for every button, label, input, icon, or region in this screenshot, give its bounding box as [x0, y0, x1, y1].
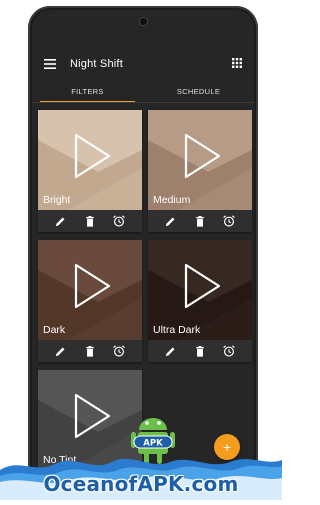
- delete-icon[interactable]: [84, 215, 96, 227]
- filter-swatch[interactable]: Dark: [38, 240, 142, 340]
- play-icon[interactable]: [182, 132, 222, 180]
- edit-icon[interactable]: [165, 215, 177, 227]
- alarm-icon[interactable]: [113, 215, 126, 227]
- tab-filters[interactable]: FILTERS: [32, 80, 143, 102]
- filter-card[interactable]: Medium: [148, 110, 252, 232]
- alarm-icon[interactable]: [223, 215, 236, 227]
- filter-card[interactable]: Ultra Dark: [148, 240, 252, 362]
- tab-schedule[interactable]: SCHEDULE: [143, 80, 254, 102]
- filter-label: Ultra Dark: [153, 324, 201, 336]
- delete-icon[interactable]: [84, 345, 96, 357]
- alarm-icon[interactable]: [113, 345, 126, 357]
- edit-icon[interactable]: [55, 215, 67, 227]
- filter-label: Dark: [43, 324, 66, 336]
- front-camera: [140, 18, 147, 25]
- delete-icon[interactable]: [194, 345, 206, 357]
- filter-card[interactable]: Dark: [38, 240, 142, 362]
- play-icon[interactable]: [182, 262, 222, 310]
- edit-icon[interactable]: [55, 345, 67, 357]
- play-icon[interactable]: [72, 132, 112, 180]
- card-actions: [38, 210, 142, 232]
- tabs-divider: [32, 102, 254, 103]
- watermark: OceanofAPK.com: [0, 408, 282, 500]
- filter-card[interactable]: Bright: [38, 110, 142, 232]
- filter-swatch[interactable]: Medium: [148, 110, 252, 210]
- filter-swatch[interactable]: Bright: [38, 110, 142, 210]
- alarm-icon[interactable]: [223, 345, 236, 357]
- menu-icon[interactable]: [38, 52, 62, 76]
- app-title: Night Shift: [70, 58, 123, 70]
- watermark-text: OceanofAPK.com: [43, 472, 239, 496]
- filter-label: Bright: [43, 194, 71, 206]
- card-actions: [148, 340, 252, 362]
- play-icon[interactable]: [72, 262, 112, 310]
- card-actions: [148, 210, 252, 232]
- filter-swatch[interactable]: Ultra Dark: [148, 240, 252, 340]
- card-actions: [38, 340, 142, 362]
- tab-bar: FILTERS SCHEDULE: [32, 80, 254, 102]
- edit-icon[interactable]: [165, 345, 177, 357]
- grid-menu-icon[interactable]: [230, 56, 244, 70]
- filter-label: Medium: [153, 194, 191, 206]
- delete-icon[interactable]: [194, 215, 206, 227]
